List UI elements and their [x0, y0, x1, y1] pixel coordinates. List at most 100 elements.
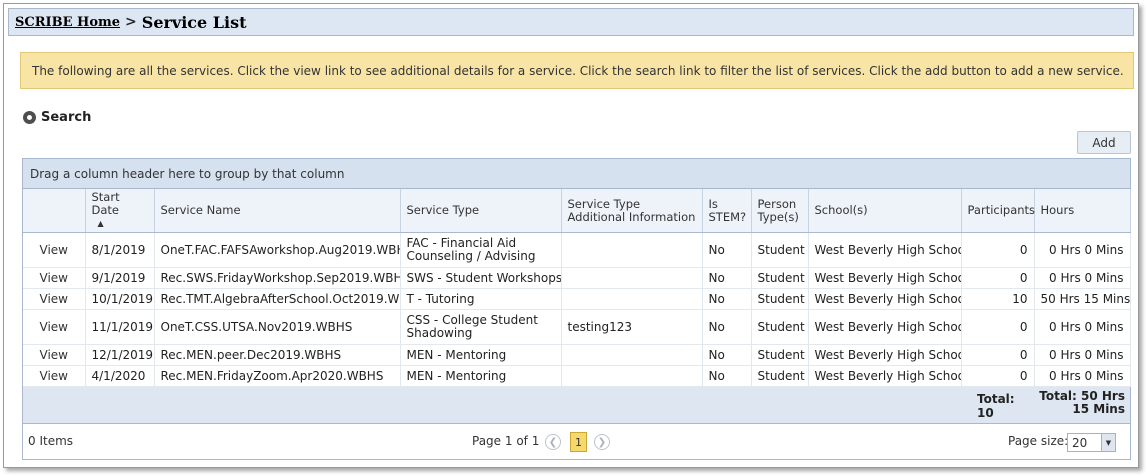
cell-start-date: 11/1/2019 — [85, 309, 155, 345]
cell-is-stem: No — [702, 232, 752, 268]
column-header-service-type[interactable]: Service Type — [400, 189, 562, 233]
cell-person-type: Student — [751, 267, 809, 289]
cell-is-stem: No — [702, 288, 752, 310]
cell-service-type: SWS - Student Workshops — [400, 267, 562, 289]
cell-schools: West Beverly High School — [808, 232, 962, 268]
pager: 0 Items Page 1 of 1 ❮ 1 ❯ Page size: 20 … — [23, 424, 1130, 458]
view-link[interactable]: View — [23, 344, 86, 366]
search-label: Search — [41, 110, 92, 125]
cell-schools: West Beverly High School — [808, 309, 962, 345]
cell-service-name: OneT.CSS.UTSA.Nov2019.WBHS — [154, 309, 401, 345]
cell-service-type: MEN - Mentoring — [400, 344, 562, 366]
page-title: Service List — [141, 12, 247, 32]
services-grid: Drag a column header here to group by th… — [22, 158, 1131, 460]
chevron-right-icon[interactable]: ❯ — [594, 434, 610, 450]
total-hours-line2: 15 Mins — [1072, 402, 1125, 416]
cell-start-date: 4/1/2020 — [85, 365, 155, 387]
column-header-participants[interactable]: Participants — [961, 189, 1035, 233]
column-header-person-type[interactable]: Person Type(s) — [751, 189, 809, 233]
column-header-start-date-label: Start Date — [91, 190, 120, 217]
table-row: View 10/1/2019 Rec.TMT.AlgebraAfterSchoo… — [23, 288, 1131, 310]
cell-hours: 0 Hrs 0 Mins — [1034, 365, 1131, 387]
cell-person-type: Student — [751, 344, 809, 366]
table-row: View 11/1/2019 OneT.CSS.UTSA.Nov2019.WBH… — [23, 309, 1131, 345]
title-bar: SCRIBE Home > Service List — [8, 8, 1134, 36]
cell-person-type: Student — [751, 288, 809, 310]
cell-start-date: 10/1/2019 — [85, 288, 155, 310]
page-info: Page 1 of 1 — [472, 434, 540, 448]
page-1-button[interactable]: 1 — [570, 432, 587, 452]
chevron-down-icon[interactable]: ▼ — [1101, 434, 1115, 451]
column-header-is-stem[interactable]: Is STEM? — [702, 189, 752, 233]
page-size-select[interactable]: 20 ▼ — [1067, 433, 1116, 452]
chevron-left-icon[interactable]: ❮ — [545, 434, 561, 450]
cell-hours: 0 Hrs 0 Mins — [1034, 267, 1131, 289]
cell-schools: West Beverly High School — [808, 344, 962, 366]
cell-service-type-info — [561, 344, 703, 366]
cell-service-name: Rec.TMT.AlgebraAfterSchool.Oct2019.WBHS — [154, 288, 401, 310]
cell-service-name: OneT.FAC.FAFSAworkshop.Aug2019.WBHS — [154, 232, 401, 268]
page-size-label: Page size: — [1008, 434, 1069, 448]
cell-participants: 0 — [961, 232, 1035, 268]
cell-service-name: Rec.SWS.FridayWorkshop.Sep2019.WBHS — [154, 267, 401, 289]
total-hours: Total: 50 Hrs 15 Mins — [1035, 390, 1125, 416]
cell-hours: 0 Hrs 0 Mins — [1034, 232, 1131, 268]
cell-schools: West Beverly High School — [808, 267, 962, 289]
cell-person-type: Student — [751, 309, 809, 345]
view-link[interactable]: View — [23, 267, 86, 289]
breadcrumb-separator: > — [125, 14, 137, 30]
cell-service-type-info — [561, 267, 703, 289]
cell-service-type-info — [561, 288, 703, 310]
breadcrumb-home-link[interactable]: SCRIBE Home — [15, 15, 120, 30]
app-window: SCRIBE Home > Service List The following… — [3, 3, 1139, 468]
view-link[interactable]: View — [23, 365, 86, 387]
info-message-text: The following are all the services. Clic… — [32, 63, 1124, 78]
items-count: 0 Items — [28, 434, 74, 448]
cell-service-name: Rec.MEN.FridayZoom.Apr2020.WBHS — [154, 365, 401, 387]
cell-is-stem: No — [702, 365, 752, 387]
column-header-hours[interactable]: Hours — [1034, 189, 1131, 233]
view-link[interactable]: View — [23, 309, 86, 345]
cell-person-type: Student — [751, 365, 809, 387]
total-participants: Total: 10 — [977, 391, 1015, 420]
table-row: View 9/1/2019 Rec.SWS.FridayWorkshop.Sep… — [23, 267, 1131, 289]
column-header-service-type-info[interactable]: Service Type Additional Information — [561, 189, 703, 233]
view-link[interactable]: View — [23, 232, 86, 268]
column-header-schools[interactable]: School(s) — [808, 189, 962, 233]
cell-hours: 50 Hrs 15 Mins — [1034, 288, 1131, 310]
cell-is-stem: No — [702, 344, 752, 366]
table-row: View 8/1/2019 OneT.FAC.FAFSAworkshop.Aug… — [23, 232, 1131, 268]
table-row: View 4/1/2020 Rec.MEN.FridayZoom.Apr2020… — [23, 365, 1131, 387]
cell-participants: 0 — [961, 344, 1035, 366]
cell-service-type-info — [561, 365, 703, 387]
cell-schools: West Beverly High School — [808, 365, 962, 387]
cell-service-type: MEN - Mentoring — [400, 365, 562, 387]
cell-participants: 10 — [961, 288, 1035, 310]
cell-service-type-info: testing123 — [561, 309, 703, 345]
cell-service-name: Rec.MEN.peer.Dec2019.WBHS — [154, 344, 401, 366]
page-size-value: 20 — [1072, 435, 1088, 450]
view-link[interactable]: View — [23, 288, 86, 310]
column-header-service-name[interactable]: Service Name — [154, 189, 401, 233]
cell-start-date: 8/1/2019 — [85, 232, 155, 268]
expand-circle-icon — [23, 111, 36, 124]
column-header-row: Start Date ▲ Service Name Service Type Se… — [23, 189, 1131, 233]
cell-participants: 0 — [961, 267, 1035, 289]
sort-ascending-icon: ▲ — [97, 219, 104, 228]
cell-service-type-info — [561, 232, 703, 268]
cell-service-type: T - Tutoring — [400, 288, 562, 310]
group-by-panel[interactable]: Drag a column header here to group by th… — [23, 159, 1130, 189]
cell-hours: 0 Hrs 0 Mins — [1034, 309, 1131, 345]
column-header-view — [23, 189, 86, 233]
search-toggle[interactable]: Search — [23, 110, 91, 125]
cell-participants: 0 — [961, 365, 1035, 387]
table-row: View 12/1/2019 Rec.MEN.peer.Dec2019.WBHS… — [23, 344, 1131, 366]
cell-hours: 0 Hrs 0 Mins — [1034, 344, 1131, 366]
cell-person-type: Student — [751, 232, 809, 268]
cell-schools: West Beverly High School — [808, 288, 962, 310]
cell-participants: 0 — [961, 309, 1035, 345]
cell-service-type: FAC - Financial Aid Counseling / Advisin… — [400, 232, 562, 268]
column-header-start-date[interactable]: Start Date ▲ — [85, 189, 155, 233]
add-button[interactable]: Add — [1077, 131, 1131, 154]
services-table: Start Date ▲ Service Name Service Type Se… — [23, 189, 1131, 387]
